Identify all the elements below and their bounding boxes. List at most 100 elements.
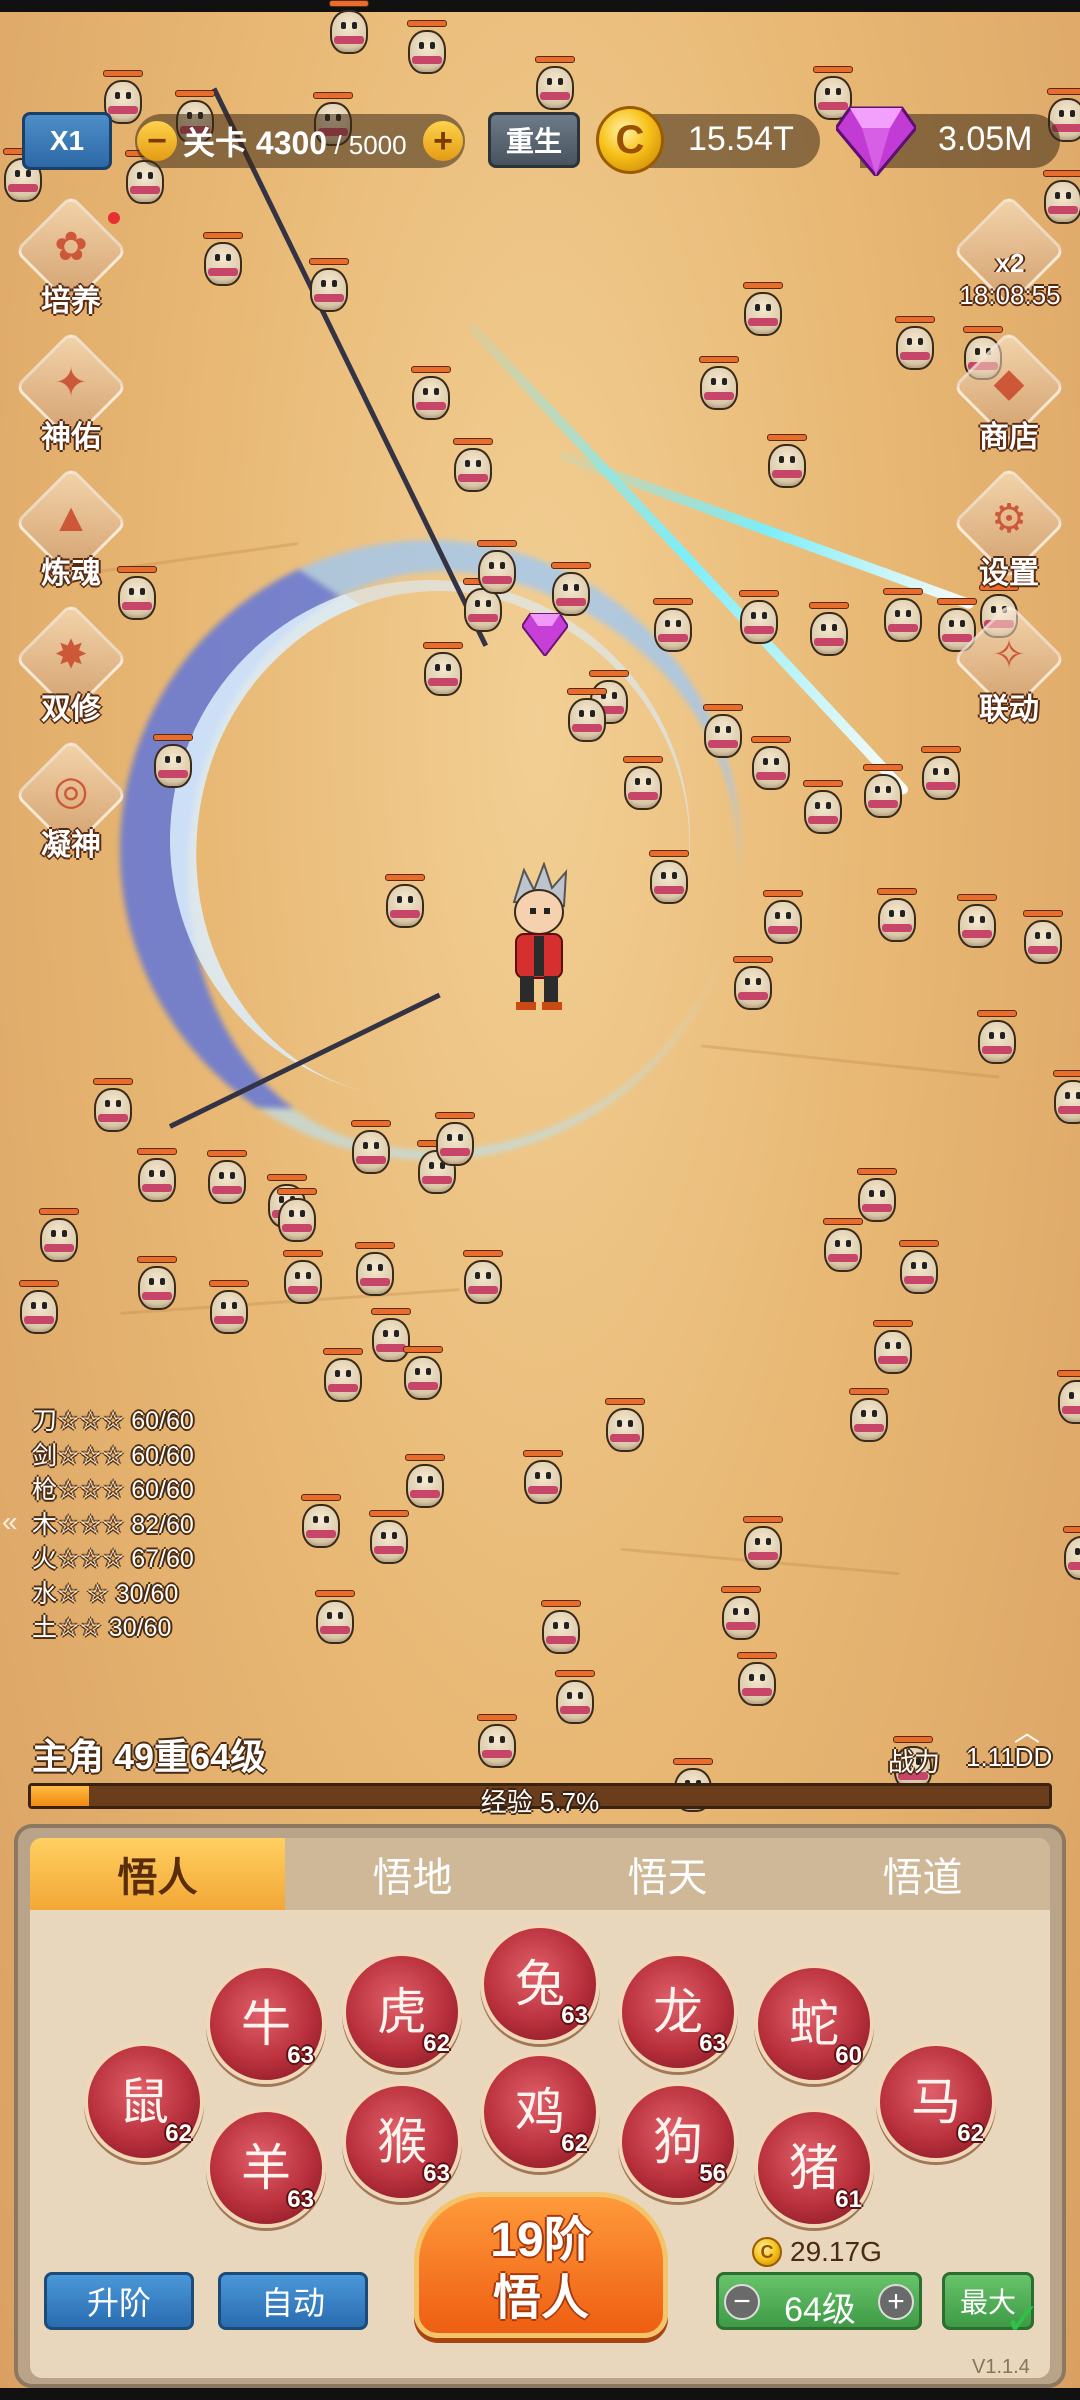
- tab-wu-ren[interactable]: 悟人: [30, 1838, 285, 1910]
- stat-value: 30/60: [115, 1579, 179, 1608]
- enemy-minion: [896, 1240, 942, 1298]
- menu-settings-button[interactable]: ⚙ 设置: [952, 466, 1066, 598]
- checkmark-icon: ✓: [1004, 2295, 1041, 2344]
- zodiac-snake-node[interactable]: 蛇 60: [754, 1964, 874, 2084]
- enemy-minion: [382, 874, 428, 932]
- auto-button[interactable]: 自动: [218, 2272, 368, 2330]
- zodiac-monkey-node[interactable]: 猴 63: [342, 2082, 462, 2202]
- stat-stars: ☆☆☆: [57, 1407, 125, 1435]
- upgrade-tier-button[interactable]: 升阶: [44, 2272, 194, 2330]
- zodiac-pig-node[interactable]: 猪 61: [754, 2108, 874, 2228]
- stat-value: 60/60: [131, 1476, 194, 1504]
- enemy-minion: [90, 1078, 136, 1136]
- game-screen: X1 − 关卡 4300 / 5000 + 重生 C 15.54T 3.05M …: [0, 0, 1080, 2400]
- sand-ripple: [700, 1044, 1000, 1079]
- gold-coin-icon: C: [596, 106, 664, 174]
- enemy-minion: [870, 1320, 916, 1378]
- stage-label: 关卡: [183, 125, 248, 161]
- zodiac-level: 63: [423, 2160, 450, 2187]
- enemy-minion: [312, 1590, 358, 1648]
- stat-value: 60/60: [131, 1407, 194, 1435]
- stat-name: 火: [32, 1545, 58, 1573]
- enemy-minion: [602, 1398, 648, 1456]
- menu-label: 炼魂: [41, 557, 101, 590]
- stat-stars: ☆☆☆: [57, 1510, 125, 1539]
- enemy-minion: [326, 0, 372, 58]
- weapon-stat-row: 枪☆☆☆ 60/60: [32, 1473, 194, 1508]
- enemy-minion: [918, 746, 964, 804]
- tab-wu-dao[interactable]: 悟道: [795, 1838, 1050, 1910]
- enemy-minion: [800, 780, 846, 838]
- menu-blessing-button[interactable]: ✦ 神佑: [14, 330, 128, 462]
- enemy-minion: [366, 1510, 412, 1568]
- stage-next-button[interactable]: +: [423, 121, 463, 161]
- zodiac-tiger-node[interactable]: 虎 62: [342, 1952, 462, 2072]
- enemy-minion: [860, 764, 906, 822]
- enemy-minion: [538, 1600, 584, 1658]
- stage-total: 5000: [348, 130, 407, 160]
- stat-name: 刀: [32, 1407, 58, 1435]
- stat-stars: ☆☆: [57, 1614, 102, 1642]
- focus-icon: ◎: [53, 769, 89, 813]
- zodiac-rooster-node[interactable]: 鸡 62: [480, 2052, 600, 2172]
- menu-focus-button[interactable]: ◎ 凝神: [14, 738, 128, 870]
- enemy-minion: [532, 56, 578, 114]
- enemy-minion: [520, 1450, 566, 1508]
- zodiac-rat-node[interactable]: 鼠 62: [84, 2042, 204, 2162]
- zodiac-level: 63: [699, 2030, 726, 2057]
- enemy-minion: [646, 850, 692, 908]
- menu-collab-button[interactable]: ✧ 联动: [952, 602, 1066, 734]
- zodiac-horse-node[interactable]: 马 62: [876, 2042, 996, 2162]
- zodiac-ox-node[interactable]: 牛 63: [206, 1964, 326, 2084]
- enemy-minion: [650, 598, 696, 656]
- zodiac-rabbit-node[interactable]: 兔 63: [480, 1924, 600, 2044]
- tab-wu-di[interactable]: 悟地: [285, 1838, 540, 1910]
- level-decrease-button[interactable]: −: [724, 2284, 760, 2320]
- rebirth-button[interactable]: 重生: [488, 112, 580, 168]
- zodiac-dog-node[interactable]: 狗 56: [618, 2082, 738, 2202]
- expand-stats-chevron-icon[interactable]: «: [2, 1506, 18, 1538]
- enemy-minion: [740, 282, 786, 340]
- gem-drop-icon[interactable]: [522, 612, 568, 656]
- gold-coin-icon: C: [752, 2237, 782, 2267]
- stat-name: 水: [32, 1579, 58, 1608]
- enemy-minion: [740, 1516, 786, 1574]
- enemy-minion: [404, 20, 450, 78]
- menu-label: 神佑: [41, 421, 101, 454]
- menu-cultivate-button[interactable]: ✿ 培养: [14, 194, 128, 326]
- enemy-minion: [718, 1586, 764, 1644]
- tab-wu-tian[interactable]: 悟天: [540, 1838, 795, 1910]
- weapon-stat-row: 土☆☆ 30/60: [32, 1611, 194, 1646]
- menu-soul-refine-button[interactable]: ▲ 炼魂: [14, 466, 128, 598]
- weapon-stat-row: 刀☆☆☆ 60/60: [32, 1404, 194, 1439]
- gem-amount: 3.05M: [938, 120, 1033, 158]
- zodiac-level: 60: [835, 2042, 862, 2069]
- enemy-minion: [16, 1280, 62, 1338]
- enemy-minion: [736, 590, 782, 648]
- version-label: V1.1.4: [972, 2356, 1030, 2378]
- enemy-minion: [348, 1120, 394, 1178]
- zodiac-level: 63: [561, 2002, 588, 2029]
- weapon-stats-list: 刀☆☆☆ 60/60 剑☆☆☆ 60/60 枪☆☆☆ 60/60 木☆☆☆ 82…: [32, 1404, 194, 1646]
- enemy-minion: [274, 1188, 320, 1246]
- boost-timer: 18:08:55: [959, 280, 1061, 310]
- power-value: 1.11DD: [966, 1742, 1053, 1772]
- weapon-stat-row: 水☆ ☆ 30/60: [32, 1577, 194, 1612]
- menu-label: 设置: [979, 557, 1039, 590]
- zodiac-level: 63: [287, 2042, 314, 2069]
- stat-stars: ☆☆☆: [57, 1476, 125, 1504]
- stage-prev-button[interactable]: −: [137, 121, 177, 161]
- zodiac-goat-node[interactable]: 羊 63: [206, 2108, 326, 2228]
- menu-shop-button[interactable]: ◆ 商店: [952, 330, 1066, 462]
- zodiac-dragon-node[interactable]: 龙 63: [618, 1952, 738, 2072]
- level-value: 64级: [784, 2291, 856, 2329]
- enemy-minion: [352, 1242, 398, 1300]
- enemy-minion: [700, 704, 746, 762]
- menu-label: 联动: [979, 693, 1039, 726]
- enemy-minion: [974, 1010, 1020, 1068]
- stat-value: 67/60: [131, 1545, 194, 1573]
- enemy-minion: [764, 434, 810, 492]
- speed-toggle-button[interactable]: X1: [22, 112, 112, 170]
- level-increase-button[interactable]: +: [878, 2284, 914, 2320]
- menu-dual-cultivation-button[interactable]: ✸ 双修: [14, 602, 128, 734]
